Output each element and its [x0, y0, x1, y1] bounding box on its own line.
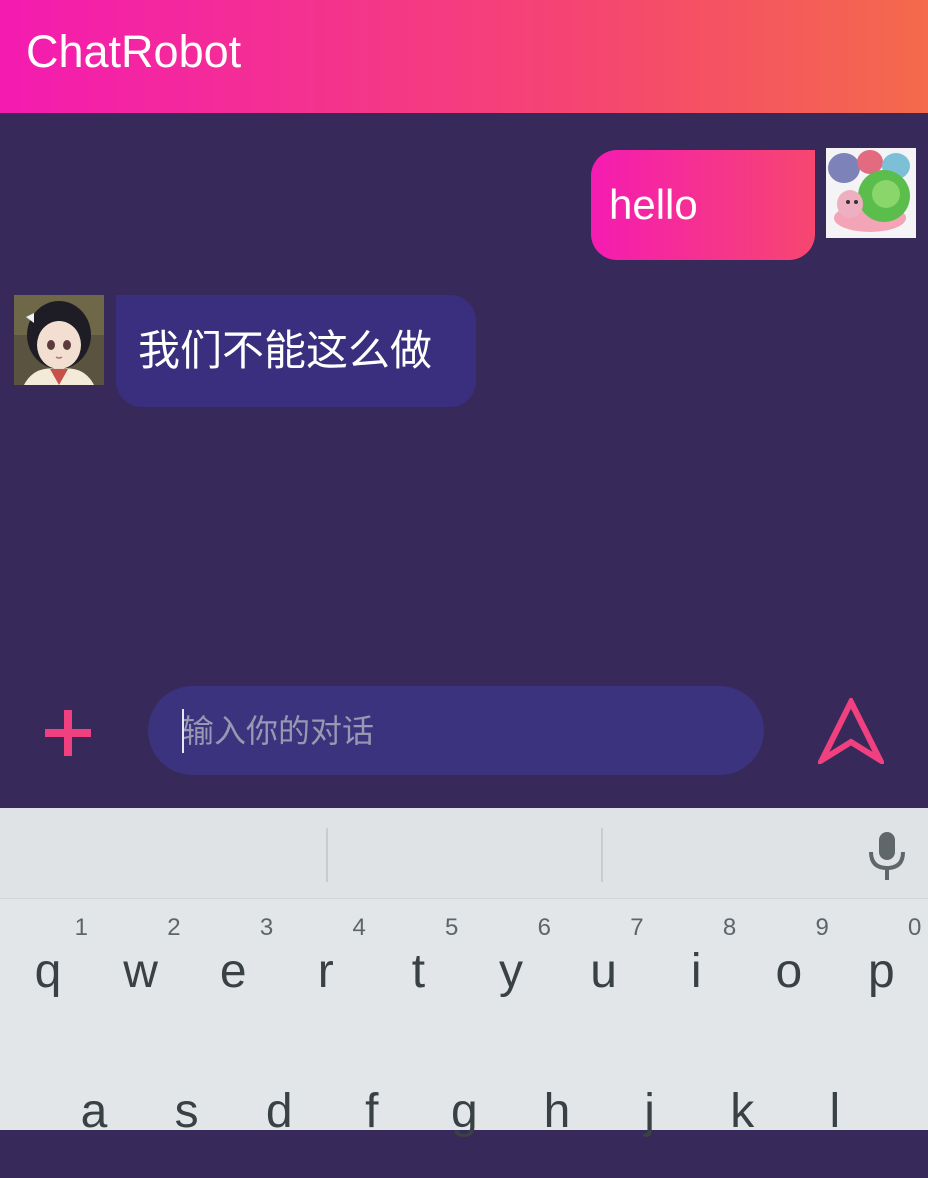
key-hint: 3	[259, 914, 274, 941]
sent-message-bubble[interactable]: hello	[591, 150, 815, 260]
key-g[interactable]: g	[418, 1068, 510, 1178]
key-u[interactable]: u7	[558, 908, 650, 1018]
voice-input-button[interactable]	[866, 830, 908, 882]
key-letter: h	[543, 1085, 571, 1138]
key-p[interactable]: p0	[835, 908, 927, 1018]
key-letter: d	[265, 1085, 293, 1138]
suggestion-strip	[0, 808, 928, 899]
key-r[interactable]: r4	[280, 908, 372, 1018]
key-a[interactable]: a	[48, 1068, 140, 1178]
text-cursor	[182, 709, 184, 753]
key-o[interactable]: o9	[743, 908, 835, 1018]
key-letter: w	[123, 945, 158, 998]
send-arrow-icon	[814, 695, 888, 769]
key-h[interactable]: h	[511, 1068, 603, 1178]
keyboard-row-1: q1w2e3r4t5y6u7i8o9p0	[0, 908, 928, 1018]
soft-keyboard: q1w2e3r4t5y6u7i8o9p0 asdfghjkl	[0, 808, 928, 1138]
key-f[interactable]: f	[326, 1068, 418, 1178]
message-input[interactable]	[148, 686, 764, 775]
bot-avatar[interactable]	[14, 295, 104, 385]
key-letter: y	[499, 945, 523, 998]
key-s[interactable]: s	[141, 1068, 233, 1178]
key-j[interactable]: j	[604, 1068, 696, 1178]
app-title: ChatRobot	[26, 26, 242, 77]
key-letter: e	[219, 945, 247, 998]
key-letter: a	[80, 1085, 108, 1138]
suggestion-divider	[601, 828, 603, 882]
key-letter: l	[829, 1085, 841, 1138]
key-letter: r	[317, 945, 334, 998]
key-letter: p	[868, 945, 895, 998]
key-hint: 2	[167, 914, 181, 941]
received-message-bubble[interactable]: 我们不能这么做	[116, 295, 476, 407]
sent-message-text: hello	[609, 181, 698, 228]
key-hint: 9	[815, 914, 829, 941]
key-letter: g	[451, 1085, 478, 1138]
key-d[interactable]: d	[233, 1068, 325, 1178]
key-letter: u	[590, 945, 617, 998]
anime-girl-avatar-image	[14, 295, 104, 385]
key-hint: 1	[74, 914, 88, 941]
app-bar: ChatRobot	[0, 0, 928, 113]
key-l[interactable]: l	[789, 1068, 881, 1178]
key-letter: f	[365, 1085, 379, 1138]
received-message-text: 我们不能这么做	[138, 326, 433, 375]
key-hint: 0	[908, 914, 922, 941]
key-letter: j	[644, 1085, 655, 1138]
key-i[interactable]: i8	[650, 908, 742, 1018]
user-avatar[interactable]	[826, 148, 916, 238]
key-hint: 5	[445, 914, 459, 941]
key-letter: s	[174, 1085, 199, 1138]
key-k[interactable]: k	[696, 1068, 788, 1178]
key-letter: o	[775, 945, 803, 998]
key-hint: 8	[722, 914, 737, 941]
key-hint: 4	[352, 914, 366, 941]
plus-icon	[45, 710, 91, 756]
key-letter: i	[690, 945, 702, 998]
key-q[interactable]: q1	[2, 908, 94, 1018]
attach-button[interactable]	[45, 710, 91, 756]
microphone-icon	[869, 832, 905, 880]
suggestion-divider	[326, 828, 328, 882]
key-letter: k	[730, 1085, 755, 1138]
key-w[interactable]: w2	[95, 908, 187, 1018]
key-letter: q	[34, 945, 62, 998]
key-t[interactable]: t5	[372, 908, 464, 1018]
keyboard-row-2: asdfghjkl	[0, 1068, 928, 1178]
key-letter: t	[411, 945, 426, 998]
key-e[interactable]: e3	[187, 908, 279, 1018]
key-y[interactable]: y6	[465, 908, 557, 1018]
send-button[interactable]	[814, 695, 888, 769]
key-hint: 7	[630, 914, 644, 941]
snail-toy-avatar-image	[826, 148, 916, 238]
key-hint: 6	[537, 914, 551, 941]
